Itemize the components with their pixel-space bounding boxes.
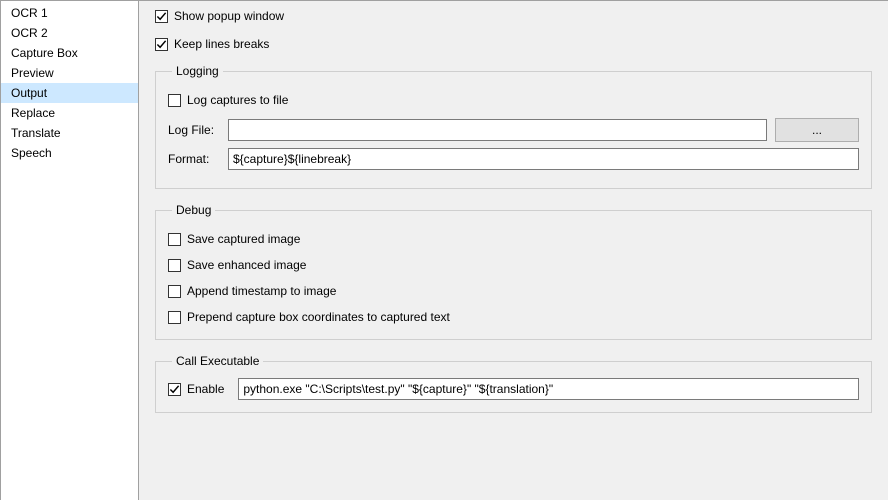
keep-lines-label: Keep lines breaks bbox=[174, 36, 269, 52]
exec-command-input[interactable] bbox=[238, 378, 859, 400]
log-captures-row: Log captures to file bbox=[168, 92, 859, 108]
log-file-input[interactable] bbox=[228, 119, 767, 141]
settings-window: OCR 1 OCR 2 Capture Box Preview Output R… bbox=[0, 0, 888, 500]
append-ts-row: Append timestamp to image bbox=[168, 283, 859, 299]
sidebar-item-output[interactable]: Output bbox=[1, 83, 138, 103]
save-enhanced-label: Save enhanced image bbox=[187, 257, 306, 273]
save-enhanced-checkbox[interactable] bbox=[168, 259, 181, 272]
format-row: Format: bbox=[168, 148, 859, 170]
show-popup-row: Show popup window bbox=[155, 8, 872, 24]
sidebar-item-speech[interactable]: Speech bbox=[1, 143, 138, 163]
prepend-coords-checkbox[interactable] bbox=[168, 311, 181, 324]
sidebar-item-ocr2[interactable]: OCR 2 bbox=[1, 23, 138, 43]
log-file-label: Log File: bbox=[168, 123, 220, 137]
save-enhanced-row: Save enhanced image bbox=[168, 257, 859, 273]
keep-lines-row: Keep lines breaks bbox=[155, 36, 872, 52]
enable-exec-wrap: Enable bbox=[168, 381, 224, 397]
save-captured-label: Save captured image bbox=[187, 231, 300, 247]
sidebar-item-capture-box[interactable]: Capture Box bbox=[1, 43, 138, 63]
log-file-row: Log File: ... bbox=[168, 118, 859, 142]
output-settings-panel: Show popup window Keep lines breaks Logg… bbox=[139, 1, 888, 500]
show-popup-label: Show popup window bbox=[174, 8, 284, 24]
log-captures-label: Log captures to file bbox=[187, 92, 288, 108]
append-ts-label: Append timestamp to image bbox=[187, 283, 336, 299]
log-file-browse-button[interactable]: ... bbox=[775, 118, 859, 142]
sidebar-item-translate[interactable]: Translate bbox=[1, 123, 138, 143]
show-popup-checkbox[interactable] bbox=[155, 10, 168, 23]
call-executable-row: Enable bbox=[168, 378, 859, 400]
logging-group: Logging Log captures to file Log File: .… bbox=[155, 64, 872, 189]
call-executable-legend: Call Executable bbox=[172, 354, 263, 368]
format-input[interactable] bbox=[228, 148, 859, 170]
debug-group: Debug Save captured image Save enhanced … bbox=[155, 203, 872, 340]
keep-lines-checkbox[interactable] bbox=[155, 38, 168, 51]
log-captures-checkbox[interactable] bbox=[168, 94, 181, 107]
save-captured-row: Save captured image bbox=[168, 231, 859, 247]
enable-exec-label: Enable bbox=[187, 381, 224, 397]
sidebar-item-replace[interactable]: Replace bbox=[1, 103, 138, 123]
prepend-coords-row: Prepend capture box coordinates to captu… bbox=[168, 309, 859, 325]
prepend-coords-label: Prepend capture box coordinates to captu… bbox=[187, 309, 450, 325]
sidebar-item-ocr1[interactable]: OCR 1 bbox=[1, 3, 138, 23]
enable-exec-checkbox[interactable] bbox=[168, 383, 181, 396]
logging-legend: Logging bbox=[172, 64, 223, 78]
sidebar-item-preview[interactable]: Preview bbox=[1, 63, 138, 83]
save-captured-checkbox[interactable] bbox=[168, 233, 181, 246]
settings-sidebar: OCR 1 OCR 2 Capture Box Preview Output R… bbox=[1, 1, 139, 500]
append-ts-checkbox[interactable] bbox=[168, 285, 181, 298]
debug-legend: Debug bbox=[172, 203, 215, 217]
format-label: Format: bbox=[168, 152, 220, 166]
call-executable-group: Call Executable Enable bbox=[155, 354, 872, 413]
